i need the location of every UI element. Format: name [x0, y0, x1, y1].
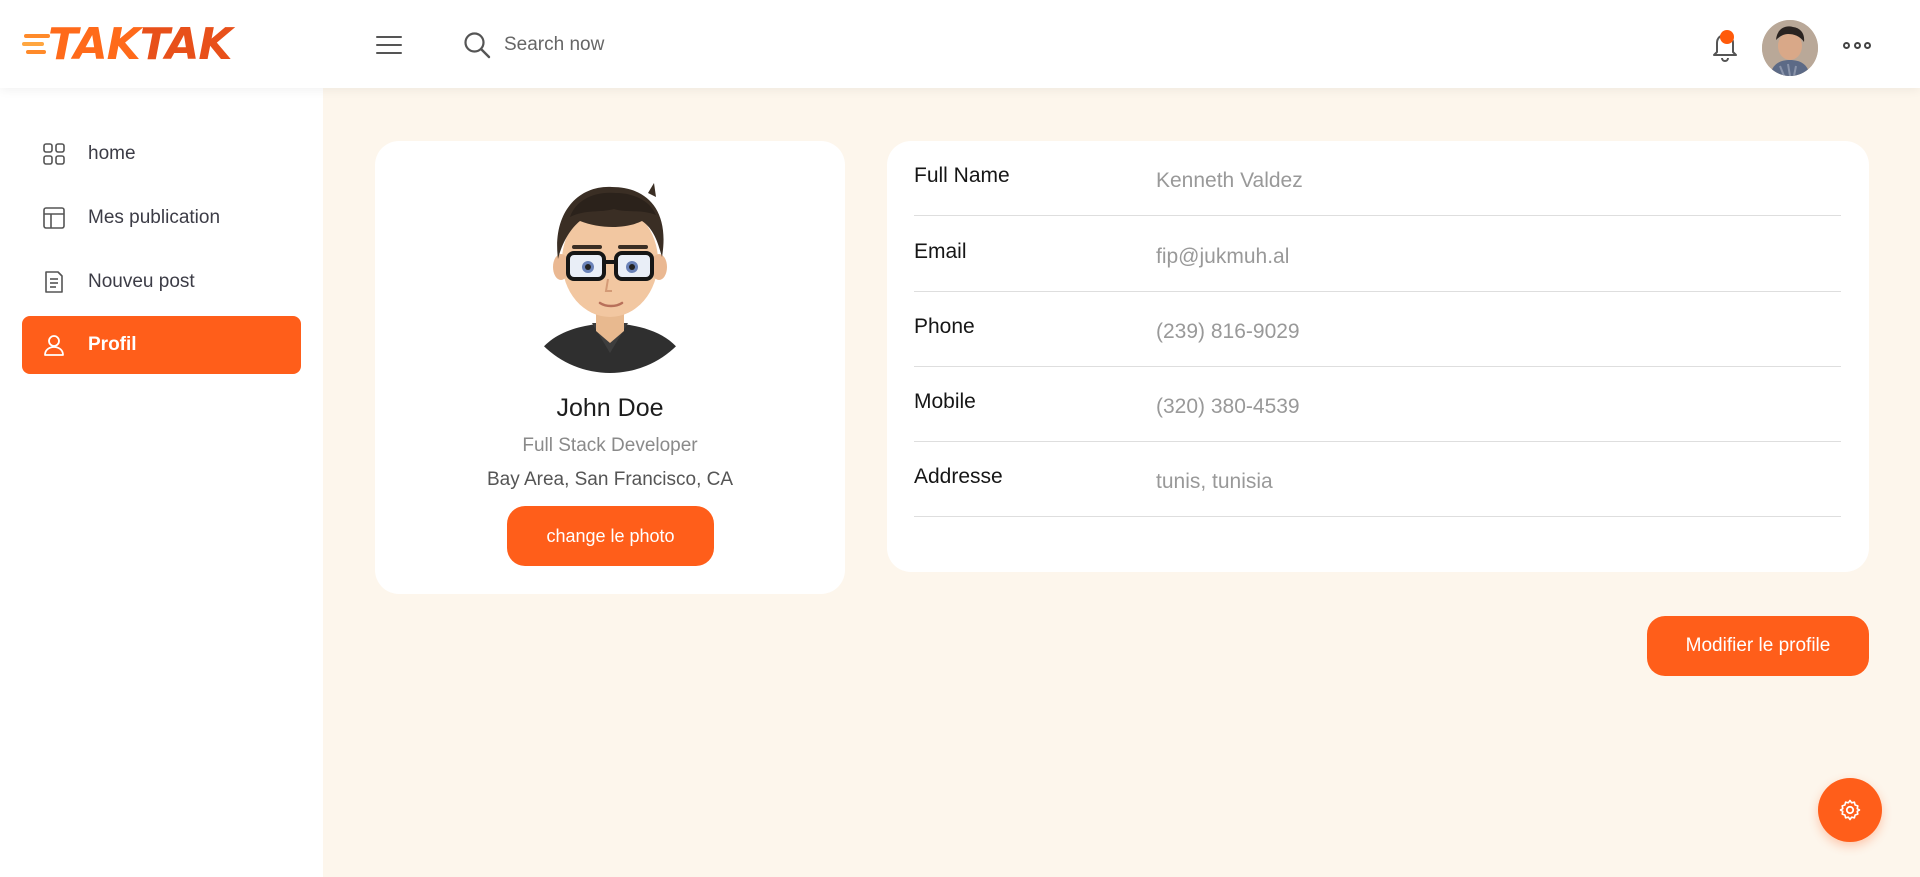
profile-details-card: Full Name Kenneth Valdez Email fip@jukmu… — [887, 141, 1869, 572]
layout-icon — [43, 207, 65, 229]
sidebar-item-profil[interactable]: Profil — [22, 316, 301, 374]
detail-value: fip@jukmuh.al — [1156, 245, 1290, 268]
detail-row-full-name: Full Name Kenneth Valdez — [914, 141, 1841, 216]
detail-value: Kenneth Valdez — [1156, 169, 1303, 192]
detail-value: (320) 380-4539 — [1156, 395, 1300, 418]
notification-dot — [1720, 30, 1734, 44]
grid-icon — [43, 143, 65, 165]
detail-label: Email — [914, 240, 967, 263]
detail-label: Phone — [914, 315, 975, 338]
sidebar-item-label: Profil — [88, 334, 137, 355]
user-icon — [44, 335, 64, 356]
detail-row-address: Addresse tunis, tunisia — [914, 442, 1841, 517]
profile-card: John Doe Full Stack Developer Bay Area, … — [375, 141, 845, 594]
detail-row-email: Email fip@jukmuh.al — [914, 217, 1841, 292]
profile-avatar — [530, 183, 690, 373]
detail-label: Full Name — [914, 164, 1010, 187]
avatar-photo — [1762, 20, 1818, 76]
user-avatar[interactable] — [1762, 20, 1818, 76]
sidebar-item-nouveu-post[interactable]: Nouveu post — [22, 253, 301, 311]
detail-label: Addresse — [914, 465, 1003, 488]
sidebar-item-mes-publication[interactable]: Mes publication — [22, 189, 301, 247]
sidebar-item-label: Nouveu post — [88, 271, 195, 292]
detail-label: Mobile — [914, 390, 976, 413]
top-bar: TAKTAK — [0, 0, 1920, 88]
search-bar — [462, 30, 904, 60]
sidebar-item-label: home — [88, 143, 136, 164]
more-options-icon[interactable] — [1843, 40, 1871, 50]
detail-row-mobile: Mobile (320) 380-4539 — [914, 367, 1841, 442]
profile-name: John Doe — [556, 394, 664, 422]
profile-location: Bay Area, San Francisco, CA — [486, 469, 734, 490]
gear-icon — [1839, 799, 1861, 821]
detail-row-phone: Phone (239) 816-9029 — [914, 292, 1841, 367]
sidebar: home Mes publication Nouveu post Profil — [0, 88, 323, 877]
sidebar-item-home[interactable]: home — [22, 125, 301, 183]
settings-button[interactable] — [1818, 778, 1882, 842]
profile-role: Full Stack Developer — [522, 435, 698, 456]
document-icon — [45, 271, 63, 293]
menu-icon[interactable] — [376, 36, 402, 56]
search-input[interactable] — [504, 34, 904, 56]
sidebar-item-label: Mes publication — [88, 207, 221, 228]
logo-text: TAKTAK — [48, 19, 232, 70]
edit-profile-button[interactable]: Modifier le profile — [1647, 616, 1869, 676]
change-photo-button[interactable]: change le photo — [507, 506, 714, 566]
search-icon[interactable] — [462, 30, 492, 60]
detail-value: tunis, tunisia — [1156, 470, 1273, 493]
detail-value: (239) 816-9029 — [1156, 320, 1300, 343]
